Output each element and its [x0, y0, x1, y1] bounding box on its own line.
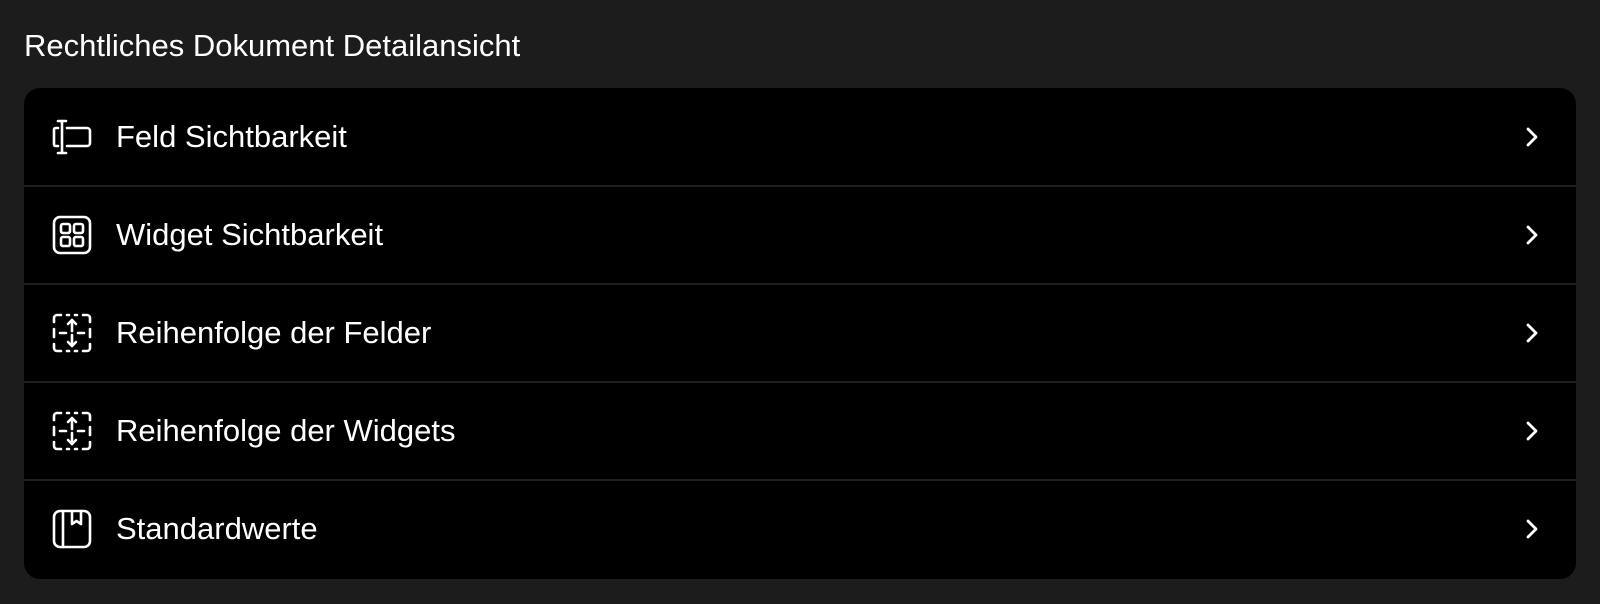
list-item-label: Standardwerte: [116, 511, 318, 546]
list-item-label: Reihenfolge der Felder: [116, 315, 432, 350]
section-title: Rechtliches Dokument Detailansicht: [24, 28, 521, 63]
chevron-right-icon: [1522, 223, 1542, 247]
chevron-right-icon: [1522, 321, 1542, 345]
list-item-reihenfolge-felder[interactable]: Reihenfolge der Felder: [24, 283, 1576, 381]
widgets-grid-icon: [52, 215, 92, 255]
chevron-right-icon: [1522, 517, 1542, 541]
bookmark-box-icon: [52, 509, 92, 549]
list-item-label: Reihenfolge der Widgets: [116, 413, 456, 448]
list-item-label: Widget Sichtbarkeit: [116, 217, 384, 252]
chevron-right-icon: [1522, 125, 1542, 149]
settings-list: Feld Sichtbarkeit Widget Sichtbarkeit Re…: [24, 88, 1576, 579]
list-item-feld-sichtbarkeit[interactable]: Feld Sichtbarkeit: [24, 88, 1576, 185]
text-cursor-field-icon: [52, 117, 92, 157]
list-item-reihenfolge-widgets[interactable]: Reihenfolge der Widgets: [24, 381, 1576, 479]
chevron-right-icon: [1522, 419, 1542, 443]
reorder-arrows-icon: [52, 411, 92, 451]
reorder-arrows-icon: [52, 313, 92, 353]
list-item-standardwerte[interactable]: Standardwerte: [24, 479, 1576, 577]
list-item-label: Feld Sichtbarkeit: [116, 118, 347, 154]
list-item-widget-sichtbarkeit[interactable]: Widget Sichtbarkeit: [24, 185, 1576, 283]
